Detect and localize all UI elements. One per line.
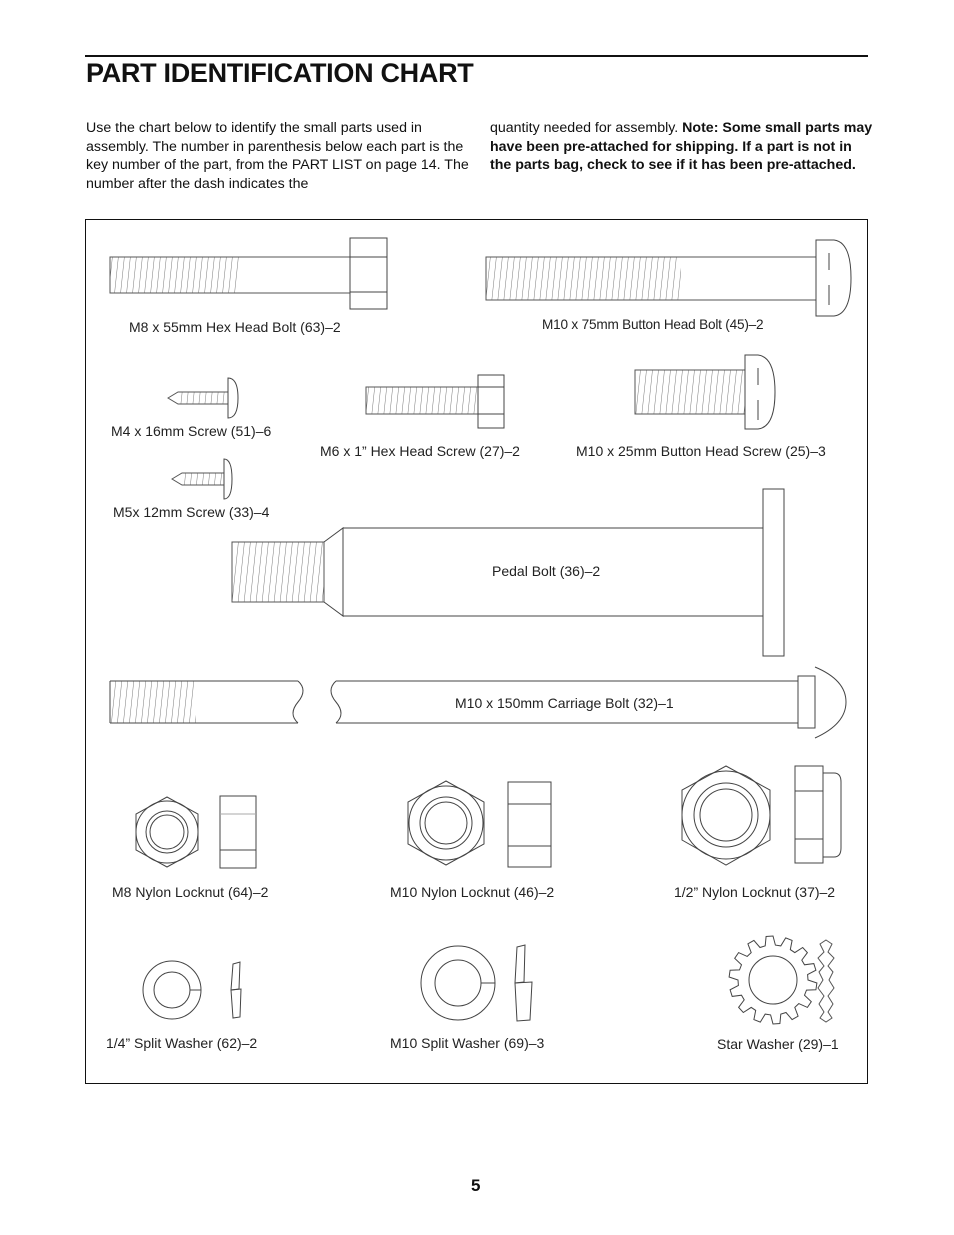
page-number: 5	[471, 1176, 481, 1195]
part-label: M10 Nylon Locknut (46)–2	[390, 884, 555, 900]
page-title: PART IDENTIFICATION CHART	[86, 58, 474, 88]
hex-head-bolt-icon	[109, 237, 388, 310]
star-washer-icon	[728, 935, 835, 1025]
part-label: M10 x 25mm Button Head Screw (25)–3	[576, 443, 826, 459]
hex-head-screw-icon	[365, 374, 505, 429]
intro-text-left: Use the chart below to identify the smal…	[86, 120, 469, 192]
nylon-locknut-icon	[681, 765, 842, 866]
button-head-screw-icon	[634, 354, 776, 430]
screw-icon	[167, 377, 239, 419]
part-label: M5x 12mm Screw (33)–4	[113, 504, 270, 520]
part-label: M8 Nylon Locknut (64)–2	[112, 884, 269, 900]
part-label: M10 x 75mm Button Head Bolt (45)–2	[542, 317, 764, 332]
header-rule	[85, 55, 868, 57]
part-drawings	[109, 237, 852, 1025]
nylon-locknut-icon	[135, 795, 257, 869]
part-chart: M8 x 55mm Hex Head Bolt (63)–2 M10 x 75m…	[85, 219, 868, 1084]
split-washer-icon	[142, 960, 242, 1020]
part-label: 1/2” Nylon Locknut (37)–2	[674, 884, 836, 900]
part-label: 1/4” Split Washer (62)–2	[106, 1035, 258, 1051]
part-label: M8 x 55mm Hex Head Bolt (63)–2	[129, 319, 341, 335]
part-label: Pedal Bolt (36)–2	[492, 563, 601, 579]
part-label: M10 Split Washer (69)–3	[390, 1035, 545, 1051]
part-label: Star Washer (29)–1	[717, 1036, 839, 1052]
part-label: M4 x 16mm Screw (51)–6	[111, 423, 272, 439]
intro-text-normal: quantity needed for assembly.	[490, 120, 683, 136]
button-head-bolt-icon	[485, 239, 852, 317]
intro-text-right: quantity needed for assembly. Note: Some…	[490, 119, 875, 175]
nylon-locknut-icon	[407, 780, 552, 868]
part-label: M6 x 1” Hex Head Screw (27)–2	[320, 443, 520, 459]
part-label: M10 x 150mm Carriage Bolt (32)–1	[455, 695, 674, 711]
screw-icon	[171, 458, 233, 500]
split-washer-icon	[420, 944, 533, 1022]
